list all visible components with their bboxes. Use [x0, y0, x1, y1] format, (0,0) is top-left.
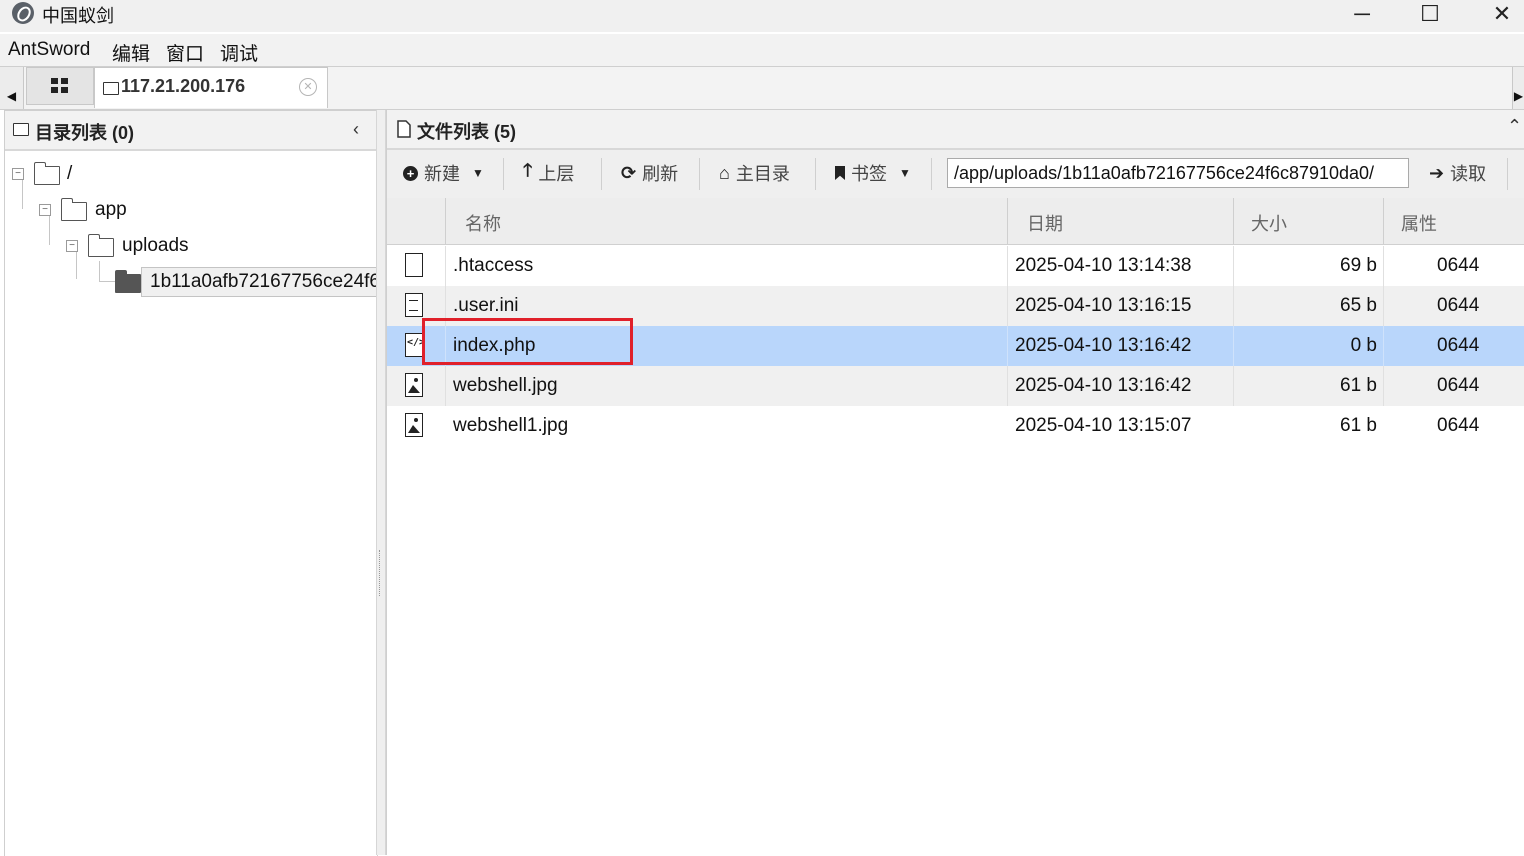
- tree-toggle-root[interactable]: −: [12, 168, 24, 180]
- file-panel-header: 文件列表 (5) ⌃: [387, 110, 1524, 150]
- antsword-logo-icon: [12, 2, 34, 24]
- dropdown-caret-icon: ▼: [899, 166, 911, 180]
- tab-home[interactable]: [26, 67, 94, 105]
- collapse-up-icon[interactable]: ⌃: [1507, 116, 1522, 137]
- file-size: 69 b: [1340, 255, 1377, 276]
- file-size: 0 b: [1350, 335, 1377, 356]
- grid-icon: [51, 78, 68, 93]
- folder-icon: [13, 123, 29, 136]
- column-date[interactable]: 日期: [1027, 210, 1063, 236]
- plus-circle-icon: +: [403, 165, 418, 181]
- file-name: .htaccess: [453, 255, 534, 276]
- file-size: 61 b: [1340, 375, 1377, 396]
- title-bar: 中国蚁剑 ─ ☐ ✕: [0, 0, 1524, 32]
- file-icon: [405, 253, 423, 277]
- menu-edit[interactable]: 编辑: [112, 39, 150, 66]
- code-file-icon: [405, 333, 425, 357]
- folder-filled-icon: [114, 270, 141, 293]
- panel-splitter[interactable]: [376, 110, 386, 855]
- window-title: 中国蚁剑: [42, 6, 114, 26]
- close-button[interactable]: ✕: [1480, 0, 1524, 28]
- home-label: 主目录: [735, 164, 790, 184]
- bookmarks-button[interactable]: 书签 ▼: [835, 160, 911, 186]
- file-attributes: 0644: [1437, 375, 1480, 396]
- folder-icon: [60, 198, 87, 221]
- file-panel-title: 文件列表 (5): [417, 122, 516, 142]
- refresh-label: 刷新: [642, 164, 679, 184]
- column-size[interactable]: 大小: [1251, 210, 1287, 236]
- column-attributes[interactable]: 属性: [1401, 210, 1437, 236]
- menu-debug[interactable]: 调试: [220, 39, 258, 66]
- file-name: webshell.jpg: [453, 375, 558, 396]
- home-dir-button[interactable]: ⌂ 主目录: [719, 160, 790, 186]
- up-level-button[interactable]: 🡑 上层: [523, 160, 574, 186]
- up-label: 上层: [538, 164, 575, 184]
- dropdown-caret-icon: ▼: [472, 166, 484, 180]
- path-input[interactable]: [947, 158, 1409, 188]
- column-name[interactable]: 名称: [465, 210, 501, 236]
- file-attributes: 0644: [1437, 415, 1480, 436]
- maximize-button[interactable]: ☐: [1408, 0, 1452, 28]
- tree-node-hash-dir: 1b11a0afb72167756ce24f6: [150, 271, 377, 292]
- file-row[interactable]: webshell1.jpg 2025-04-10 13:15:07 61 b 0…: [387, 406, 1524, 446]
- file-row[interactable]: webshell.jpg 2025-04-10 13:16:42 61 b 06…: [387, 366, 1524, 406]
- file-name: webshell1.jpg: [453, 415, 569, 436]
- annotation-highlight-box: [422, 318, 633, 365]
- file-size: 61 b: [1340, 415, 1377, 436]
- new-button[interactable]: + 新建 ▼: [403, 160, 484, 186]
- tab-scroll-right-icon[interactable]: ▶: [1512, 67, 1524, 109]
- refresh-icon: ⟳: [621, 162, 637, 183]
- file-attributes: 0644: [1437, 255, 1480, 276]
- tree-node-uploads[interactable]: uploads: [122, 235, 189, 257]
- tab-label: 117.21.200.176: [121, 76, 246, 96]
- collapse-left-icon[interactable]: ‹: [353, 119, 359, 140]
- tree-node-root[interactable]: /: [67, 163, 72, 185]
- file-date: 2025-04-10 13:14:38: [1015, 255, 1192, 276]
- folder-icon: [103, 82, 119, 95]
- file-row[interactable]: .htaccess 2025-04-10 13:14:38 69 b 0644: [387, 246, 1524, 286]
- new-label: 新建: [424, 164, 460, 184]
- bookmark-icon: [835, 166, 845, 180]
- file-toolbar: + 新建 ▼ 🡑 上层 ⟳ 刷新 ⌂ 主目录 书签 ▼ ➔ 读取: [387, 150, 1524, 199]
- file-grid-header: 名称 日期 大小 属性: [387, 198, 1524, 245]
- bookmarks-label: 书签: [851, 164, 887, 184]
- arrow-right-icon: ➔: [1429, 162, 1445, 183]
- read-button[interactable]: ➔ 读取: [1429, 160, 1486, 186]
- file-attributes: 0644: [1437, 295, 1480, 316]
- tab-shell-session[interactable]: 117.21.200.176 ✕: [94, 67, 328, 108]
- folder-icon: [87, 234, 114, 257]
- file-name: .user.ini: [453, 295, 519, 316]
- minimize-button[interactable]: ─: [1340, 0, 1384, 28]
- tab-close-icon[interactable]: ✕: [299, 78, 317, 96]
- file-date: 2025-04-10 13:16:42: [1015, 375, 1192, 396]
- file-attributes: 0644: [1437, 335, 1480, 356]
- directory-panel: 目录列表 (0) ‹ − / − app − uploads 1b11a0afb…: [4, 110, 378, 856]
- directory-panel-header: 目录列表 (0) ‹: [5, 111, 377, 151]
- arrow-up-icon: 🡑: [523, 160, 533, 180]
- directory-panel-title: 目录列表 (0): [35, 123, 134, 143]
- read-label: 读取: [1450, 164, 1487, 184]
- splitter-grip[interactable]: [379, 550, 382, 596]
- text-file-icon: [405, 293, 423, 317]
- menu-window[interactable]: 窗口: [166, 39, 204, 66]
- menu-antsword[interactable]: AntSword: [8, 39, 90, 61]
- tree-toggle-uploads[interactable]: −: [66, 240, 78, 252]
- tab-bar: ◀ 117.21.200.176 ✕ ▶: [0, 66, 1524, 110]
- file-size: 65 b: [1340, 295, 1377, 316]
- file-panel: 文件列表 (5) ⌃ + 新建 ▼ 🡑 上层 ⟳ 刷新 ⌂ 主目录 书签 ▼ /…: [386, 110, 1524, 855]
- menu-bar: AntSword 编辑 窗口 调试: [0, 34, 1524, 66]
- image-file-icon: [405, 373, 423, 397]
- file-date: 2025-04-10 13:15:07: [1015, 415, 1192, 436]
- file-date: 2025-04-10 13:16:15: [1015, 295, 1192, 316]
- folder-icon: [33, 162, 60, 185]
- image-file-icon: [405, 413, 423, 437]
- refresh-button[interactable]: ⟳ 刷新: [621, 160, 678, 186]
- file-date: 2025-04-10 13:16:42: [1015, 335, 1192, 356]
- tree-toggle-app[interactable]: −: [39, 204, 51, 216]
- tab-scroll-left-icon[interactable]: ◀: [0, 67, 24, 109]
- file-icon: [397, 120, 411, 138]
- tree-node-selected[interactable]: 1b11a0afb72167756ce24f6: [141, 267, 377, 297]
- home-icon: ⌂: [719, 162, 730, 183]
- tree-node-app[interactable]: app: [95, 199, 127, 221]
